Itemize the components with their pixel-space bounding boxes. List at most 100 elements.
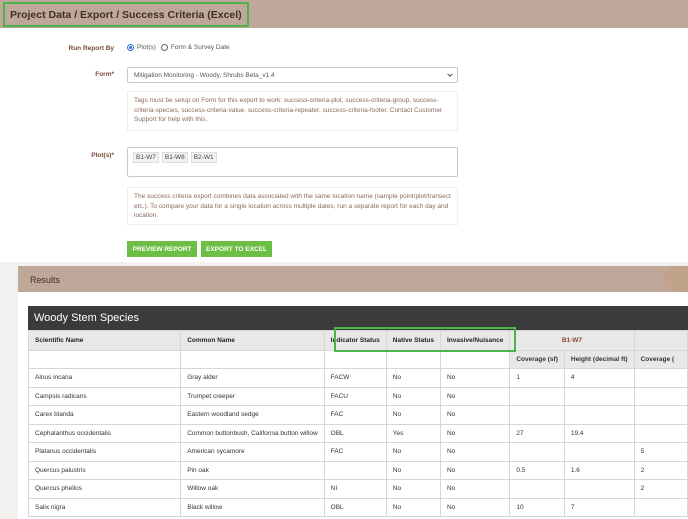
results-header: Results <box>18 266 688 292</box>
form-select[interactable]: Mitigation Monitoring - Woody, Shrubs Be… <box>127 67 458 83</box>
cell-scientific: Quercus palustris <box>27 460 182 480</box>
radio-form-survey-date[interactable] <box>160 44 168 51</box>
cell-invasive: No <box>439 423 511 443</box>
cell-native: No <box>385 442 441 462</box>
table-row: Campsis radicans Trumpet creeper FACU No No <box>27 386 688 406</box>
subcol-coverage-next: Coverage ( <box>633 350 688 369</box>
breadcrumb: Project Data / Export / Success Criteria… <box>3 2 249 27</box>
combine-note: The success criteria export combines dat… <box>127 187 458 225</box>
cell-common: Trumpet creeper <box>180 386 325 406</box>
export-to-excel-button[interactable]: EXPORT TO EXCEL <box>201 241 272 257</box>
radio-plots[interactable] <box>127 44 134 51</box>
cell-common: American sycamore <box>180 442 325 462</box>
cell-indicator: FACW <box>323 368 387 388</box>
cell-cov: 1 <box>509 368 565 388</box>
cell-indicator: NI <box>323 479 387 499</box>
col-next-plot <box>633 330 688 351</box>
cell-native: No <box>385 368 441 388</box>
cell-scientific: Cephalanthus occidentalis <box>27 423 182 443</box>
cell-cov: 10 <box>509 497 565 517</box>
cell-invasive: No <box>439 479 511 499</box>
cell-cov: 27 <box>509 423 565 443</box>
plots-label: Plot(s)* <box>91 152 114 159</box>
cell-indicator: FACU <box>323 386 387 406</box>
cell-scientific: Salix nigra <box>27 497 182 517</box>
subcol-height: Height (decimal ft) <box>563 350 635 369</box>
plot-tag[interactable]: B1-W8 <box>161 152 188 163</box>
run-report-by-options: Plot(s) Form & Survey Date <box>127 44 230 51</box>
cell-scientific: Carex blanda <box>27 405 182 425</box>
highlight-box <box>334 327 516 352</box>
cell-height <box>563 386 635 406</box>
cell-cov2: 2 <box>633 479 688 499</box>
cell-common: Pin oak <box>180 460 325 480</box>
cell-common: Willow oak <box>180 479 325 499</box>
cell-height: 4 <box>563 368 635 388</box>
table-row: Alnus incana Gray alder FACW No No 1 4 <box>27 368 688 388</box>
table-row: Quercus palustris Pin oak No No 0.5 1.6 2 <box>27 460 688 480</box>
cell-native: No <box>385 460 441 480</box>
run-report-by-label: Run Report By <box>68 45 115 52</box>
cell-height: 1.6 <box>563 460 635 480</box>
cell-height: 7 <box>563 497 635 517</box>
table-row: Salix nigra Black willow OBL No No 10 7 <box>27 497 688 517</box>
cell-cov <box>509 405 565 425</box>
cell-indicator <box>323 460 387 480</box>
cell-cov2 <box>633 386 688 406</box>
cell-height <box>563 442 635 462</box>
table-row: Carex blanda Eastern woodland sedge FAC No N… <box>27 405 688 425</box>
cell-indicator: FAC <box>323 442 387 462</box>
cell-native: No <box>385 497 441 517</box>
radio-form-survey-date-label[interactable]: Form & Survey Date <box>171 44 230 51</box>
cell-invasive: No <box>439 497 511 517</box>
cell-common: Eastern woodland sedge <box>180 405 325 425</box>
cell-cov <box>509 442 565 462</box>
col-plot-group: B1-W7 <box>509 330 635 351</box>
cell-common: Black willow <box>180 497 325 517</box>
cell-common: Gray alder <box>180 368 325 388</box>
cell-cov2: 2 <box>633 460 688 480</box>
side-tab[interactable] <box>664 266 688 292</box>
export-form-panel <box>0 28 688 262</box>
cell-indicator: OBL <box>323 497 387 517</box>
cell-height <box>563 405 635 425</box>
table-subheader-row: Coverage (sf) Height (decimal ft) Covera… <box>27 350 688 369</box>
cell-cov: 0.5 <box>509 460 565 480</box>
cell-native: No <box>385 405 441 425</box>
cell-cov <box>509 386 565 406</box>
cell-invasive: No <box>439 368 511 388</box>
cell-scientific: Campsis radicans <box>27 386 182 406</box>
cell-native: Yes <box>385 423 441 443</box>
cell-invasive: No <box>439 405 511 425</box>
cell-cov <box>509 479 565 499</box>
tags-note: Tags must be setup on Form for this expo… <box>127 91 458 131</box>
cell-height: 19.4 <box>563 423 635 443</box>
cell-scientific: Platanus occidentalis <box>27 442 182 462</box>
plot-tag[interactable]: B1-W7 <box>133 152 159 163</box>
table-row: Cephalanthus occidentalis Common buttonbu… <box>27 423 688 443</box>
cell-indicator: OBL <box>323 423 387 443</box>
plots-input[interactable]: B1-W7 B1-W8 B2-W1 <box>127 147 458 177</box>
cell-cov2 <box>633 368 688 388</box>
cell-invasive: No <box>439 442 511 462</box>
cell-cov2: 5 <box>633 442 688 462</box>
cell-indicator: FAC <box>323 405 387 425</box>
table-row: Quercus phellos Willow oak NI No No 2 <box>27 479 688 499</box>
cell-native: No <box>385 479 441 499</box>
col-common-name: Common Name <box>180 330 325 351</box>
table-row: Platanus occidentalis American sycamore FA… <box>27 442 688 462</box>
col-scientific-name: Scientific Name <box>27 330 182 351</box>
results-table: Scientific Name Common Name Indicator St… <box>27 330 688 517</box>
subcol-coverage: Coverage (sf) <box>509 350 565 369</box>
cell-cov2 <box>633 497 688 517</box>
form-select-value: Mitigation Monitoring - Woody, Shrubs Be… <box>134 72 275 79</box>
cell-height <box>563 479 635 499</box>
preview-report-button[interactable]: PREVIEW REPORT <box>127 241 197 257</box>
form-label: Form* <box>95 71 114 78</box>
cell-cov2 <box>633 423 688 443</box>
plot-tag[interactable]: B2-W1 <box>190 152 217 163</box>
cell-native: No <box>385 386 441 406</box>
radio-plots-label[interactable]: Plot(s) <box>137 44 156 51</box>
cell-common: Common buttonbush, California button wil… <box>180 423 325 443</box>
cell-scientific: Alnus incana <box>27 368 182 388</box>
